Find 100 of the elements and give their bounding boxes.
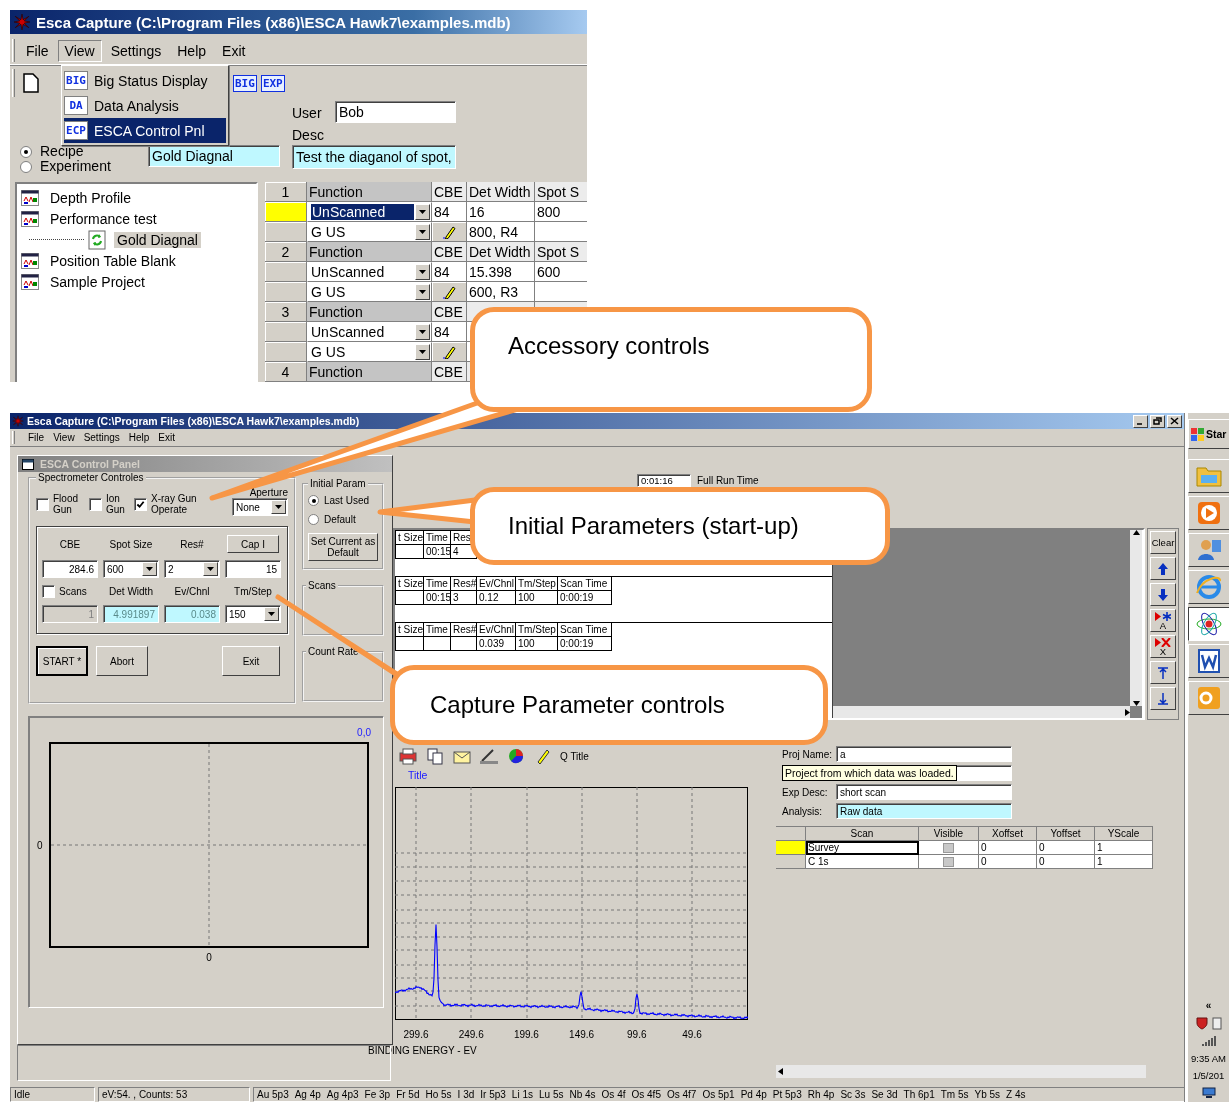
table-cell: 0.039	[477, 637, 516, 651]
row-number: 3	[265, 302, 307, 322]
button-letter: A	[1159, 620, 1167, 630]
table-cell: 0.12	[477, 591, 516, 605]
field-label: User	[292, 105, 323, 121]
axis-tick-label: 199.6	[513, 1029, 539, 1040]
column-header: Ev/Chnl	[477, 577, 516, 591]
field-label: Full Run Time	[697, 475, 759, 486]
group-title: Initial Param	[309, 478, 367, 489]
element-label: Li 1s	[511, 1089, 533, 1100]
radio-label: Last Used	[324, 495, 370, 506]
column-header: Det Width	[467, 242, 535, 262]
checkbox-label: X-ray Gun Operate	[151, 493, 198, 515]
table-cell: 0:00:19	[558, 591, 612, 605]
column-header: YScale	[1095, 827, 1153, 841]
column-header: Time	[424, 623, 451, 637]
column-header: Time	[424, 531, 451, 545]
window-title: Esca Capture (C:\Program Files (x86)\ESCA Hawk7\examples.mdb)	[27, 415, 360, 427]
column-header: Function	[307, 182, 432, 202]
field-label: Det Width	[109, 586, 153, 597]
axis-tick-label: 49.6	[682, 1029, 702, 1040]
column-header: Spot S	[535, 242, 587, 262]
column-header: Scan	[806, 827, 919, 841]
column-header: Xoffset	[979, 827, 1037, 841]
group-title: Scans	[307, 580, 337, 591]
axis-tick-label: 149.6	[569, 1029, 595, 1040]
element-label: Ag 4p3	[326, 1089, 359, 1100]
table-cell: 100	[516, 637, 558, 651]
menu-badge: DA	[64, 96, 88, 115]
table-cell: 0	[1037, 855, 1095, 869]
window-title: Esca Capture (C:\Program Files (x86)\ESCA Hawk7\examples.mdb)	[36, 13, 511, 31]
field-label: Tm/Step	[234, 586, 272, 597]
button-letter: X	[1159, 646, 1167, 656]
field-label: Analysis:	[782, 805, 823, 817]
group-title: Count Rate	[307, 646, 360, 657]
element-label: Os 4f7	[666, 1089, 697, 1100]
column-header: Function	[307, 362, 432, 382]
element-label: I 3d	[457, 1089, 475, 1100]
axis-tick-label: 0	[206, 952, 212, 963]
column-header: Spot S	[535, 182, 587, 202]
status-text: Idle	[10, 1087, 95, 1102]
element-label: Th 6p1	[903, 1089, 935, 1100]
field-label: Proj Name:	[782, 748, 833, 760]
column-header: t Size	[396, 577, 424, 591]
column-header: Res#	[451, 577, 477, 591]
row-number: 4	[265, 362, 307, 382]
column-header: Time	[424, 577, 451, 591]
element-label: Os 4f	[601, 1089, 626, 1100]
column-header: Function	[307, 242, 432, 262]
element-label: Ag 4p	[294, 1089, 321, 1100]
element-label: Au 5p3	[257, 1089, 289, 1100]
element-label: Fr 5d	[396, 1089, 420, 1100]
checkbox-label: Scans	[59, 586, 87, 597]
column-header: Det Width	[467, 182, 535, 202]
menu-badge: BIG	[64, 71, 88, 90]
row-number: 1	[265, 182, 307, 202]
axis-tick-label: 99.6	[627, 1029, 647, 1040]
grid-cell: 84	[432, 262, 467, 282]
field-label: Res#	[180, 538, 204, 550]
field-label: Ev/Chnl	[174, 586, 210, 597]
element-label: Fe 3p	[364, 1089, 391, 1100]
radio-label: Default	[324, 514, 356, 525]
axis-tick-label: 299.6	[403, 1029, 429, 1040]
column-header: Tm/Step	[516, 577, 558, 591]
checkbox-label: Ion Gun	[106, 493, 126, 515]
table-cell: C 1s	[806, 855, 919, 869]
table-cell: 1	[1095, 855, 1153, 869]
table-cell: 0	[979, 841, 1037, 855]
grid-cell: 16	[467, 202, 535, 222]
panel-title: ESCA Control Panel	[40, 458, 140, 470]
table-cell: 00:15	[424, 545, 451, 559]
element-label: Os 4f5	[631, 1089, 661, 1100]
table-cell: 100	[516, 591, 558, 605]
column-header: t Size	[396, 623, 424, 637]
field-label: Exp Desc:	[782, 786, 829, 798]
column-header: Tm/Step	[516, 623, 558, 637]
table-cell: 1	[1095, 841, 1153, 855]
column-header: CBE	[432, 242, 467, 262]
element-label: Nb 4s	[569, 1089, 596, 1100]
table-cell: Survey	[806, 841, 919, 855]
table-cell: 0:00:19	[558, 637, 612, 651]
field-label: Spot Size	[109, 538, 153, 550]
axis-title: BINDING ENERGY - EV	[368, 1045, 477, 1056]
element-label: Ho 5s	[425, 1089, 452, 1100]
checkbox-label: Flood Gun	[53, 493, 79, 515]
callout-text: Accessory controls	[508, 332, 710, 360]
field-label: Aperture	[249, 487, 288, 498]
grid-cell: 600, R3	[467, 282, 535, 302]
column-header: Yoffset	[1037, 827, 1095, 841]
element-label: Rh 4p	[807, 1089, 835, 1100]
callout-text: Capture Parameter controls	[430, 691, 725, 719]
field-label: CBE	[59, 538, 81, 550]
grid-cell: 800, R4	[467, 222, 535, 242]
element-label: Pt 5p3	[772, 1089, 802, 1100]
row-number: 2	[265, 242, 307, 262]
grid-cell: 15.398	[467, 262, 535, 282]
column-header: Res#	[451, 623, 477, 637]
column-header: t Size	[396, 531, 424, 545]
grid-cell: 84	[432, 202, 467, 222]
element-label: Se 3d	[871, 1089, 898, 1100]
